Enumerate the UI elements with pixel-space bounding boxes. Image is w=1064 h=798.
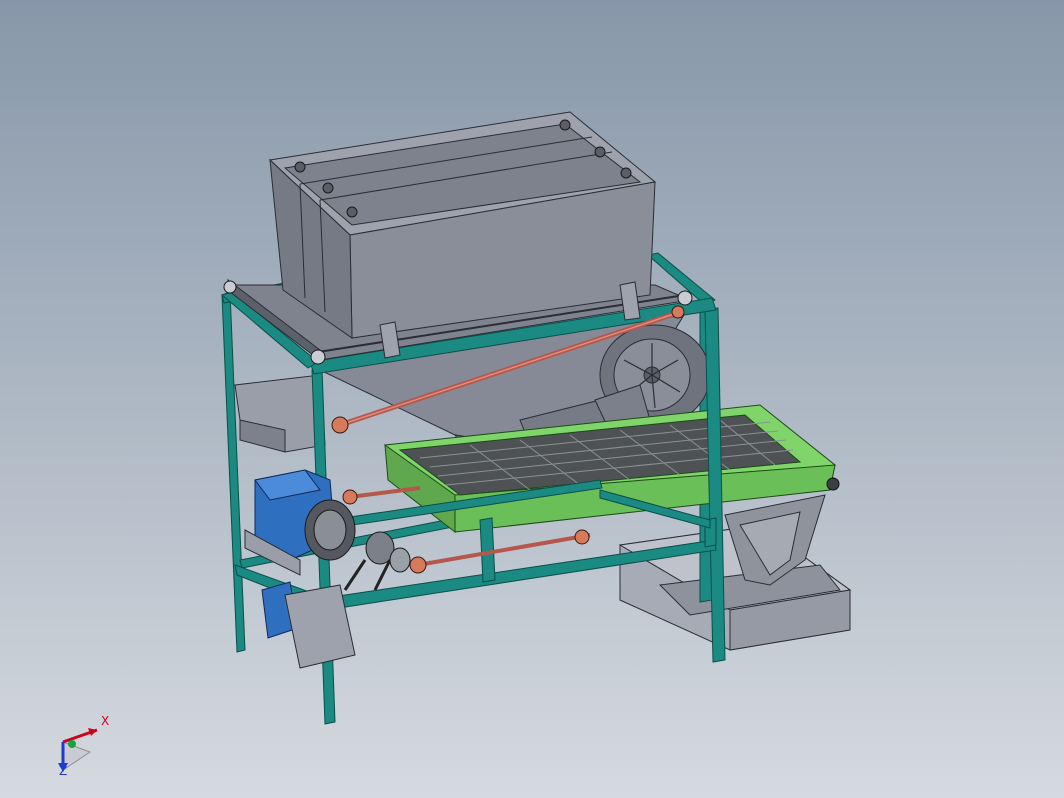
axis-triad: X Z	[50, 710, 120, 785]
machine-assembly-model[interactable]	[0, 0, 1064, 798]
graphics-viewport[interactable]: X Z	[0, 0, 1064, 798]
side-tray[interactable]	[234, 374, 326, 453]
gearbox[interactable]	[261, 581, 356, 669]
axis-x-label: X	[101, 714, 110, 728]
axis-z-label: Z	[59, 764, 68, 778]
